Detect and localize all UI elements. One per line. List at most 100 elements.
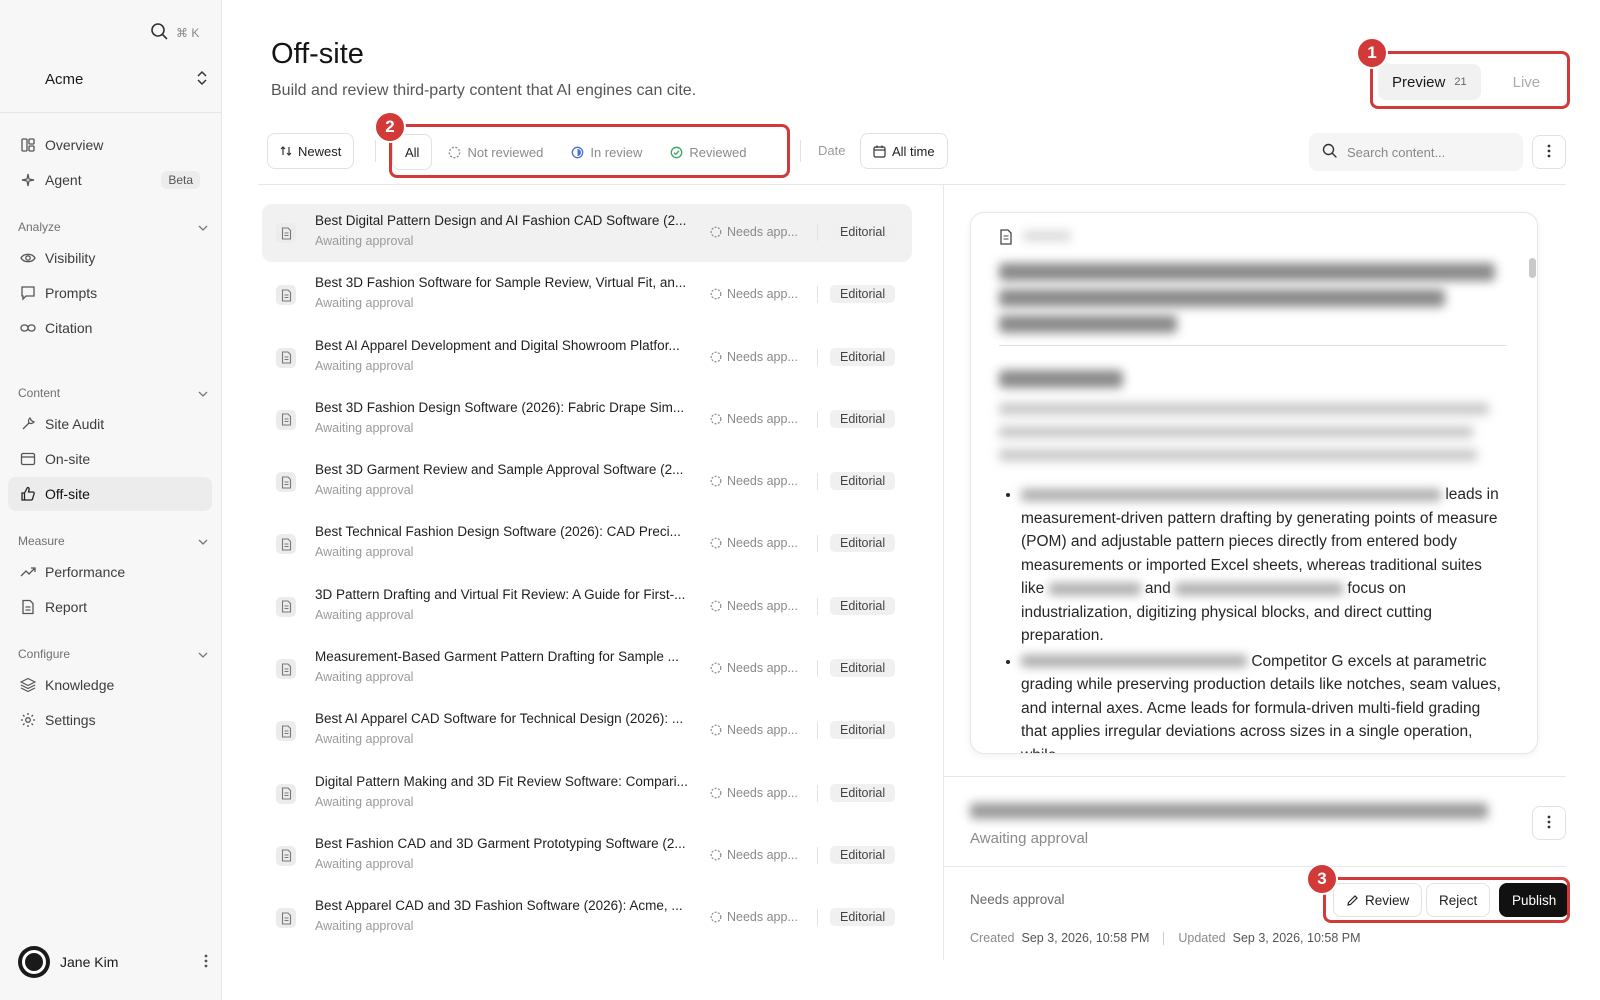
sidebar-item-agent[interactable]: Agent Beta <box>8 163 212 197</box>
sidebar-item-performance[interactable]: Performance <box>8 555 212 589</box>
scrollbar-thumb[interactable] <box>1529 258 1536 278</box>
list-item[interactable]: Best Fashion CAD and 3D Garment Prototyp… <box>262 827 912 885</box>
workspace-name: Acme <box>45 71 84 88</box>
dashed-circle-icon <box>710 288 722 300</box>
document-icon <box>276 347 296 368</box>
list-item[interactable]: Measurement-Based Garment Pattern Drafti… <box>262 640 912 698</box>
dashed-circle-icon <box>710 475 722 487</box>
redacted-text <box>1021 488 1441 501</box>
status-text: Needs app... <box>727 287 798 302</box>
sidebar-item-site-audit[interactable]: Site Audit <box>8 407 212 441</box>
list-item-title: Best 3D Fashion Software for Sample Revi… <box>315 275 687 291</box>
sidebar-item-label: Agent <box>45 172 82 188</box>
section-analyze[interactable]: Analyze <box>18 220 208 234</box>
page-subtitle: Build and review third-party content tha… <box>271 82 697 99</box>
list-item-title: Best AI Apparel CAD Software for Technic… <box>315 711 684 727</box>
status-text: Needs app... <box>727 598 798 613</box>
list-item[interactable]: Best Technical Fashion Design Software (… <box>262 515 912 573</box>
bullet-text: and <box>1144 580 1171 597</box>
content-search <box>1309 133 1523 171</box>
sidebar-item-label: Off-site <box>45 486 90 502</box>
sidebar-item-prompts[interactable]: Prompts <box>8 276 212 310</box>
eye-icon <box>20 250 36 266</box>
status-badge: Needs app... <box>710 661 798 675</box>
thumbs-up-icon <box>20 486 36 502</box>
sidebar-item-label: Prompts <box>45 285 98 301</box>
status-text: Needs app... <box>727 474 798 489</box>
sidebar-search[interactable]: ⌘ K <box>150 22 199 43</box>
avatar <box>18 946 50 978</box>
list-item[interactable]: Best 3D Fashion Software for Sample Revi… <box>262 266 912 324</box>
document-icon <box>999 229 1013 248</box>
list-item[interactable]: Best 3D Fashion Design Software (2026): … <box>262 391 912 449</box>
document-icon <box>276 409 296 430</box>
dashed-circle-icon <box>710 911 722 923</box>
sidebar-item-off-site[interactable]: Off-site <box>8 477 212 511</box>
sidebar-item-report[interactable]: Report <box>8 590 212 624</box>
list-item[interactable]: Best 3D Garment Review and Sample Approv… <box>262 453 912 511</box>
more-vertical-icon <box>1547 144 1551 161</box>
chevron-updown-icon <box>196 70 208 89</box>
user-menu[interactable]: Jane Kim <box>18 946 208 978</box>
list-item[interactable]: Best AI Apparel Development and Digital … <box>262 329 912 387</box>
divider <box>817 597 818 615</box>
redacted-text <box>1175 582 1344 595</box>
list-item[interactable]: Best Apparel CAD and 3D Fashion Software… <box>262 889 912 947</box>
divider <box>944 866 1566 867</box>
section-content[interactable]: Content <box>18 386 208 400</box>
sidebar-item-on-site[interactable]: On-site <box>8 442 212 476</box>
more-vertical-icon[interactable] <box>204 954 208 971</box>
status-badge: Needs app... <box>710 848 798 862</box>
list-item-title: Best Fashion CAD and 3D Garment Prototyp… <box>315 835 686 851</box>
section-label: Content <box>18 386 61 400</box>
list-item[interactable]: Best Digital Pattern Design and AI Fashi… <box>262 204 912 262</box>
status-badge: Needs app... <box>710 536 798 550</box>
section-configure[interactable]: Configure <box>18 647 208 661</box>
list-item: Competitor G excels at parametric gradin… <box>1021 650 1509 753</box>
content-list: Best Digital Pattern Design and AI Fashi… <box>262 204 912 952</box>
more-options-button[interactable] <box>1532 135 1566 169</box>
link-icon <box>20 320 36 336</box>
divider <box>1163 931 1165 945</box>
search-icon <box>1322 143 1337 161</box>
status-text: Needs app... <box>727 910 798 925</box>
updated-label: Updated <box>1178 931 1226 945</box>
list-item[interactable]: 3D Pattern Drafting and Virtual Fit Revi… <box>262 578 912 636</box>
sidebar-item-settings[interactable]: Settings <box>8 703 212 737</box>
list-item-title: Best AI Apparel Development and Digital … <box>315 337 680 353</box>
status-text: Needs app... <box>727 225 798 239</box>
callout-number-1: 1 <box>1356 37 1388 69</box>
beta-badge: Beta <box>161 171 200 189</box>
list-item[interactable]: Best AI Apparel CAD Software for Technic… <box>262 702 912 760</box>
detail-more-button[interactable] <box>1532 806 1566 840</box>
shortcut-hint: ⌘ K <box>176 25 200 40</box>
content-preview-card[interactable]: leads in measurement-driven pattern draf… <box>970 212 1538 754</box>
sidebar-item-overview[interactable]: Overview <box>8 128 212 162</box>
status-badge: Needs app... <box>710 225 798 239</box>
divider <box>817 846 818 864</box>
section-measure[interactable]: Measure <box>18 534 208 548</box>
list-item-title: Best Apparel CAD and 3D Fashion Software… <box>315 898 683 914</box>
status-badge: Needs app... <box>710 599 798 613</box>
divider <box>817 348 818 366</box>
divider <box>817 224 818 241</box>
date-range-button[interactable]: All time <box>860 133 948 169</box>
sidebar-item-knowledge[interactable]: Knowledge <box>8 668 212 702</box>
sidebar-item-citation[interactable]: Citation <box>8 311 212 345</box>
sidebar-item-label: Visibility <box>45 250 96 266</box>
detail-status: Needs approval <box>970 892 1065 907</box>
sort-button[interactable]: Newest <box>267 133 355 169</box>
list-item-title: Best 3D Garment Review and Sample Approv… <box>315 462 684 478</box>
list-item[interactable]: Digital Pattern Making and 3D Fit Review… <box>262 765 912 823</box>
divider <box>817 535 818 553</box>
sort-label: Newest <box>298 143 342 159</box>
sidebar-item-visibility[interactable]: Visibility <box>8 241 212 275</box>
status-text: Needs app... <box>727 661 798 676</box>
status-text: Needs app... <box>727 847 798 862</box>
divider <box>817 909 818 927</box>
redacted-heading <box>999 263 1495 281</box>
workspace-switcher[interactable]: Acme <box>20 70 208 89</box>
dashed-circle-icon <box>710 724 722 736</box>
search-input[interactable] <box>1347 144 1507 160</box>
list-item-title: Best Digital Pattern Design and AI Fashi… <box>315 213 687 228</box>
